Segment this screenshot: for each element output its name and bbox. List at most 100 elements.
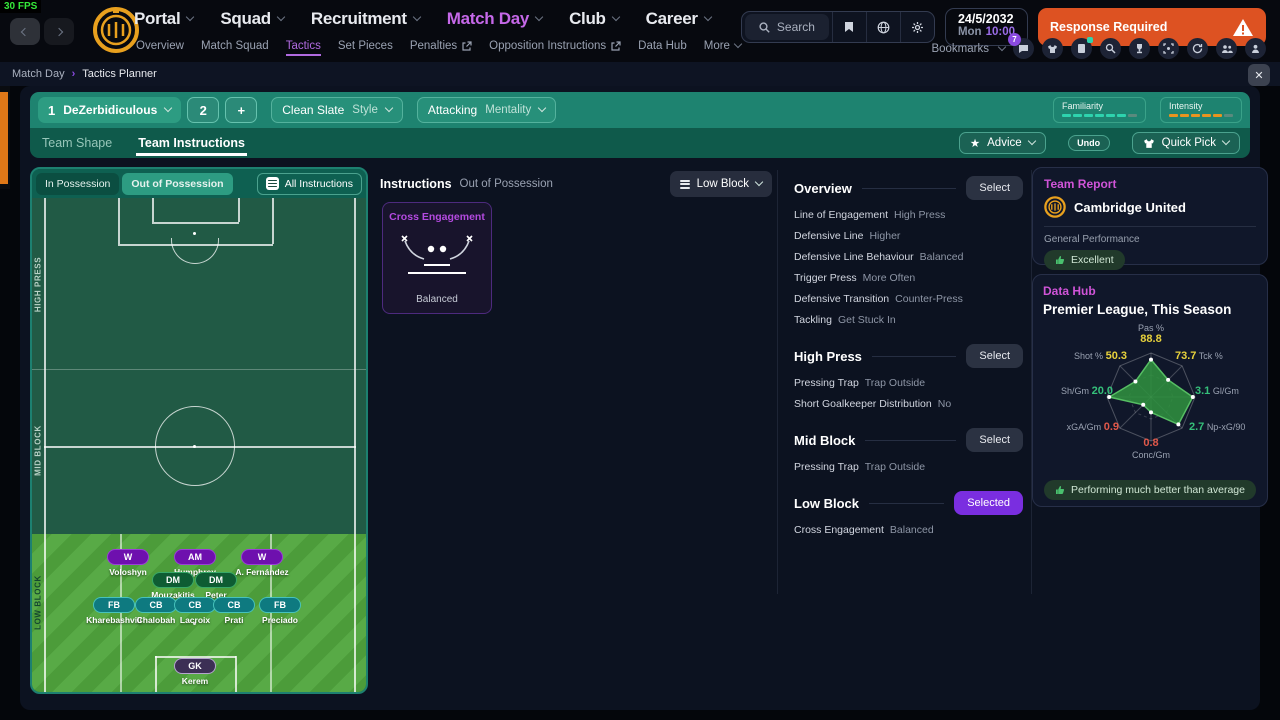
- inbox-shortcut[interactable]: 7: [1008, 33, 1034, 59]
- main-nav: Portal Squad Recruitment Match Day Club …: [134, 9, 712, 29]
- instruction-row[interactable]: Cross Engagement Balanced: [794, 519, 1031, 540]
- axis-label: Shot % 50.3: [1074, 350, 1127, 362]
- instruction-row[interactable]: Pressing Trap Trap Outside: [794, 372, 1031, 393]
- subnav-set-pieces[interactable]: Set Pieces: [338, 40, 393, 52]
- team-report-panel[interactable]: Team Report Cambridge United General Per…: [1032, 167, 1268, 270]
- section-title-high-press: High Press: [794, 348, 862, 364]
- select-overview-button[interactable]: Select: [966, 176, 1023, 200]
- instruction-row[interactable]: Tackling Get Stuck In: [794, 309, 1031, 330]
- pitch: HIGH PRESS MID BLOCK LOW BLOCK W Voloshyn…: [32, 198, 366, 692]
- world-button[interactable]: [865, 12, 900, 42]
- player-dm-right[interactable]: DM Peter: [171, 572, 261, 600]
- axis-label: Pas %: [1137, 323, 1164, 333]
- instruction-row[interactable]: Defensive Line Behaviour Balanced: [794, 246, 1031, 267]
- tab-team-instructions[interactable]: Team Instructions: [136, 130, 247, 156]
- scouting-shortcut[interactable]: [1100, 38, 1121, 59]
- mentality-dropdown[interactable]: Attacking Mentality: [416, 97, 557, 123]
- subnav-match-squad[interactable]: Match Squad: [201, 40, 269, 52]
- nav-career[interactable]: Career: [646, 9, 712, 29]
- axis-value: 88.8: [1140, 333, 1162, 345]
- settings-button[interactable]: [899, 12, 934, 42]
- cross-engagement-card[interactable]: Cross Engagement Balanced: [382, 202, 492, 314]
- radar-chart: Pas % 88.8 Shot % 50.3 73.7 Tck % Sh/Gm …: [1043, 323, 1259, 473]
- chevron-down-icon[interactable]: [997, 42, 1007, 51]
- focus-icon: [1163, 43, 1174, 54]
- subnav-overview[interactable]: Overview: [136, 40, 184, 52]
- phase-dropdown[interactable]: Low Block: [669, 171, 772, 197]
- instruction-row[interactable]: Short Goalkeeper Distribution No: [794, 393, 1031, 414]
- tactic-selector[interactable]: 1 DeZerbidiculous: [38, 97, 182, 123]
- subnav-opposition-instructions[interactable]: Opposition Instructions: [489, 40, 621, 52]
- training-shortcut[interactable]: [1216, 38, 1237, 59]
- club-crest: [92, 6, 140, 59]
- nav-match-day[interactable]: Match Day: [447, 9, 544, 29]
- back-button[interactable]: [10, 18, 40, 45]
- warning-icon: [1233, 18, 1253, 36]
- player-fb-right[interactable]: FB Preciado: [235, 597, 325, 625]
- tactic-slot-2[interactable]: 2: [187, 97, 220, 123]
- trophy-icon: [1137, 44, 1142, 54]
- data-hub-panel[interactable]: Data Hub Premier League, This Season Pas…: [1032, 274, 1268, 507]
- intensity-meter: Intensity: [1160, 97, 1242, 123]
- instruction-row[interactable]: Defensive Line Higher: [794, 225, 1031, 246]
- star-icon: ★: [969, 138, 981, 150]
- advice-button[interactable]: ★ Advice: [958, 132, 1046, 154]
- notification-badge: 7: [1008, 33, 1021, 46]
- undo-button[interactable]: Undo: [1067, 135, 1110, 151]
- nav-squad[interactable]: Squad: [220, 9, 286, 29]
- tactic-header-bar: 1 DeZerbidiculous 2 + Clean Slate Style …: [30, 92, 1250, 128]
- list-icon: [679, 179, 690, 189]
- instruction-row[interactable]: Defensive Transition Counter-Press: [794, 288, 1031, 309]
- staff-shortcut[interactable]: [1245, 38, 1266, 59]
- instruction-row[interactable]: Line of Engagement High Press: [794, 204, 1031, 225]
- nav-recruitment[interactable]: Recruitment: [311, 9, 421, 29]
- squad-shortcut[interactable]: [1042, 38, 1063, 59]
- club-crest-small: [1044, 196, 1066, 218]
- instruction-row[interactable]: Trigger Press More Often: [794, 267, 1031, 288]
- subnav-tactics[interactable]: Tactics: [285, 40, 321, 56]
- team-report-title: Team Report: [1044, 177, 1117, 191]
- style-dropdown[interactable]: Clean Slate Style: [271, 97, 403, 123]
- add-tactic-button[interactable]: +: [225, 97, 258, 123]
- quick-pick-button[interactable]: Quick Pick: [1131, 132, 1240, 154]
- thumbs-up-icon: [1056, 256, 1065, 264]
- close-button[interactable]: ✕: [1248, 64, 1270, 86]
- left-scroll-thumb[interactable]: [0, 92, 8, 184]
- external-link-icon: [611, 41, 621, 51]
- axis-label: 73.7 Tck %: [1175, 350, 1223, 362]
- player-gk[interactable]: GK Kerem: [150, 658, 240, 686]
- axis-label: Sh/Gm 20.0: [1061, 385, 1113, 397]
- in-possession-tab[interactable]: In Possession: [36, 172, 120, 195]
- top-header: Portal Squad Recruitment Match Day Club …: [0, 0, 1280, 62]
- card-icon: [1078, 44, 1085, 53]
- select-mid-block-button[interactable]: Select: [966, 428, 1023, 452]
- forward-button[interactable]: [44, 18, 74, 45]
- nav-club[interactable]: Club: [569, 9, 620, 29]
- report-shortcut[interactable]: [1071, 37, 1093, 59]
- person-star-icon: [1252, 44, 1259, 53]
- breadcrumb-parent[interactable]: Match Day: [12, 68, 65, 80]
- out-of-possession-tab[interactable]: Out of Possession: [122, 172, 233, 195]
- focus-shortcut[interactable]: [1158, 38, 1179, 59]
- chat-bubble-icon: [1019, 44, 1028, 53]
- all-instructions-button[interactable]: All Instructions: [256, 172, 362, 195]
- subnav-data-hub[interactable]: Data Hub: [638, 40, 687, 52]
- instructions-header: Instructions Out of Possession Low Block: [380, 170, 772, 198]
- axis-label: Conc/Gm: [1131, 450, 1170, 460]
- sub-nav: Overview Match Squad Tactics Set Pieces …: [136, 39, 743, 56]
- bookmark-button[interactable]: [831, 12, 866, 42]
- subnav-penalties[interactable]: Penalties: [410, 40, 472, 52]
- bookmarks-label[interactable]: Bookmarks: [931, 43, 989, 55]
- subnav-more[interactable]: More: [704, 39, 743, 52]
- penalty-arc: [171, 238, 219, 264]
- people-icon: [1221, 44, 1233, 53]
- low-block-selected-button[interactable]: Selected: [954, 491, 1023, 515]
- select-high-press-button[interactable]: Select: [966, 344, 1023, 368]
- nav-portal[interactable]: Portal: [134, 9, 195, 29]
- instruction-row[interactable]: Pressing Trap Trap Outside: [794, 456, 1031, 477]
- tab-team-shape[interactable]: Team Shape: [40, 130, 114, 156]
- sync-shortcut[interactable]: [1187, 38, 1208, 59]
- search-input[interactable]: Search: [744, 14, 829, 40]
- breadcrumb-current: Tactics Planner: [82, 68, 157, 80]
- competition-shortcut[interactable]: [1129, 38, 1150, 59]
